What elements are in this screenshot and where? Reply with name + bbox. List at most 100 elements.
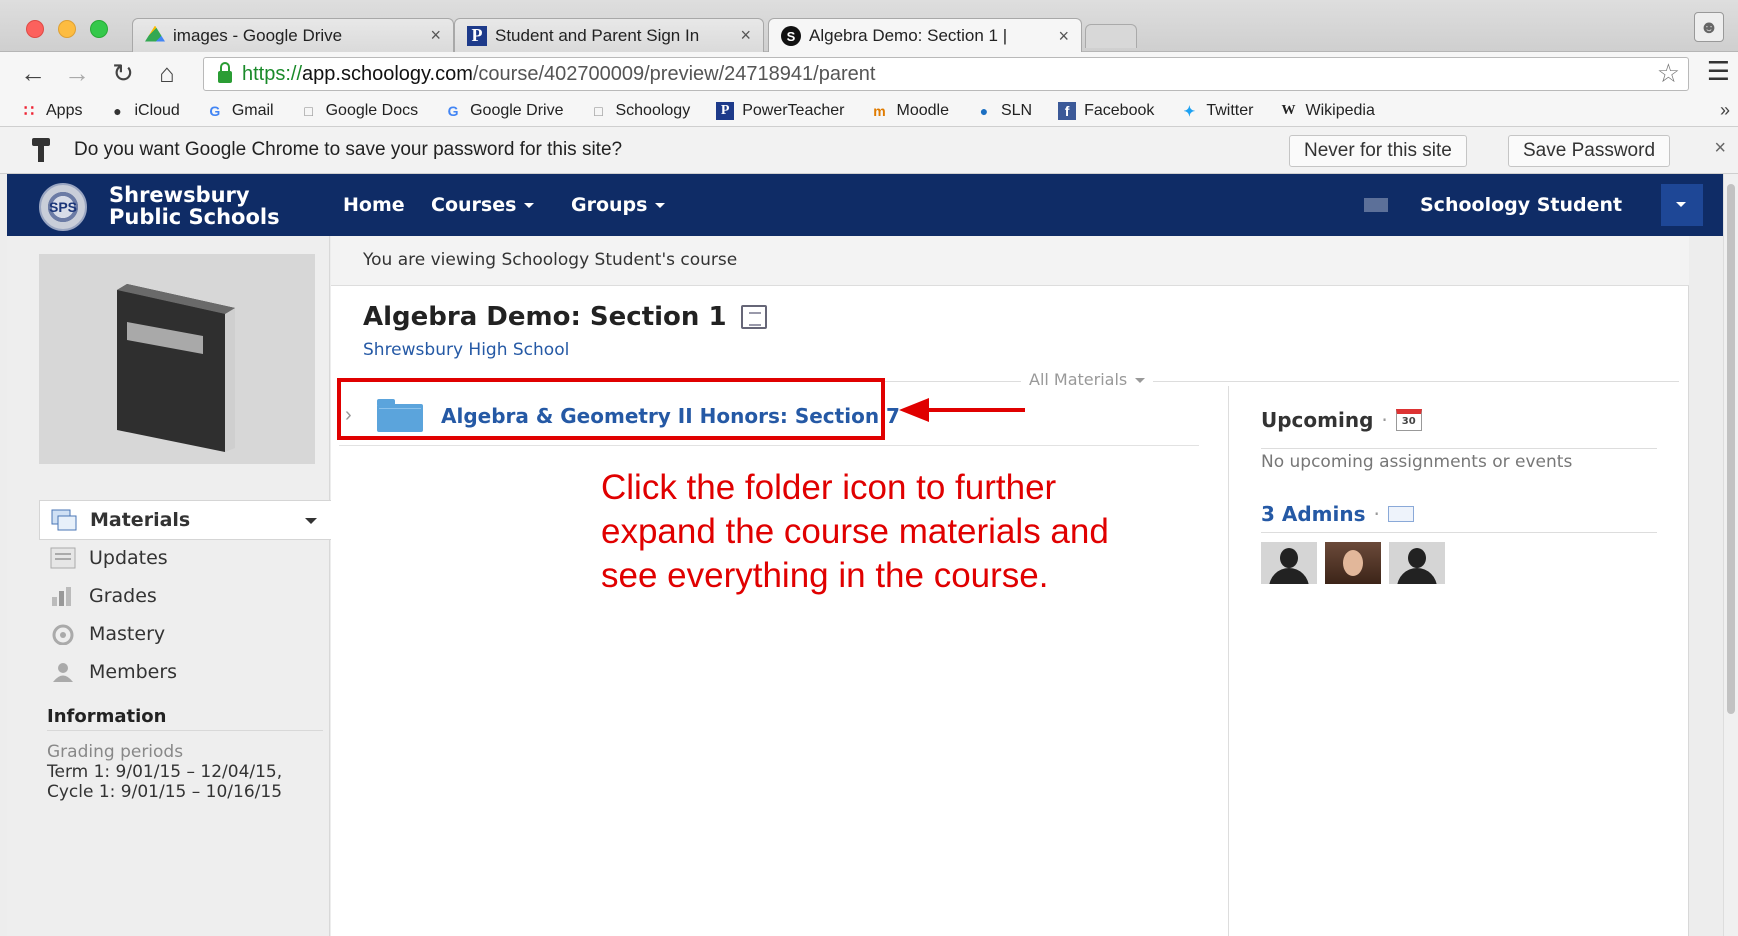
- grading-periods-value: Term 1: 9/01/15 – 12/04/15, Cycle 1: 9/0…: [47, 762, 283, 802]
- bookmark-label: Apps: [46, 102, 83, 119]
- sidebar-item-label: Updates: [89, 547, 168, 569]
- window-maximize-button[interactable]: [90, 20, 108, 38]
- list-item[interactable]: › Algebra & Geometry II Honors: Section …: [339, 386, 1199, 446]
- members-icon: [49, 660, 77, 684]
- page-icon: □: [304, 103, 313, 119]
- all-materials-filter[interactable]: All Materials: [1021, 370, 1154, 389]
- bookmark-apps[interactable]: ∷ Apps: [20, 102, 83, 120]
- top-navigation: SPS Shrewsbury Public Schools Home Cours…: [7, 174, 1723, 236]
- filter-label: All Materials: [1029, 370, 1128, 389]
- bookmark-moodle[interactable]: m Moodle: [870, 102, 949, 120]
- tab-algebra-demo[interactable]: S Algebra Demo: Section 1 | ×: [768, 18, 1082, 53]
- messages-icon[interactable]: [1364, 198, 1388, 212]
- divider: [879, 381, 1679, 382]
- bookmark-facebook[interactable]: f Facebook: [1058, 102, 1154, 120]
- no-upcoming-text: No upcoming assignments or events: [1261, 452, 1573, 472]
- avatar[interactable]: [1261, 542, 1317, 584]
- admins-heading: 3 Admins ·: [1261, 502, 1414, 526]
- new-tab-button[interactable]: [1085, 24, 1137, 48]
- sidebar-item-materials[interactable]: Materials: [39, 500, 333, 540]
- bookmark-twitter[interactable]: ✦ Twitter: [1180, 102, 1253, 120]
- course-title-text: Algebra Demo: Section 1: [363, 302, 727, 332]
- bookmark-label: iCloud: [134, 102, 180, 119]
- back-arrow-icon[interactable]: ←: [18, 58, 48, 88]
- avatar[interactable]: [1389, 542, 1445, 584]
- home-icon[interactable]: ⌂: [152, 58, 182, 88]
- sidebar-item-grades[interactable]: Grades: [39, 576, 333, 616]
- nav-courses[interactable]: Courses: [431, 194, 535, 216]
- sidebar-item-mastery[interactable]: Mastery: [39, 614, 333, 654]
- user-menu-name[interactable]: Schoology Student: [1420, 194, 1622, 216]
- chevron-down-icon[interactable]: [305, 518, 317, 524]
- bookmark-powerteacher[interactable]: P PowerTeacher: [716, 102, 844, 120]
- folder-link[interactable]: Algebra & Geometry II Honors: Section 7: [441, 404, 900, 428]
- school-name[interactable]: Shrewsbury Public Schools: [109, 184, 280, 228]
- tab-close-icon[interactable]: ×: [740, 25, 751, 46]
- bookmark-wikipedia[interactable]: W Wikipedia: [1279, 102, 1374, 120]
- url-scheme: https://: [242, 62, 303, 85]
- school-name-line2: Public Schools: [109, 205, 280, 229]
- nav-home[interactable]: Home: [343, 194, 405, 216]
- tab-google-drive[interactable]: images - Google Drive ×: [132, 18, 454, 52]
- reload-icon[interactable]: ↻: [108, 58, 138, 88]
- bookmark-icloud[interactable]: ● iCloud: [108, 102, 180, 120]
- sidebar-item-label: Mastery: [89, 623, 166, 645]
- chevron-down-icon: [1135, 378, 1146, 383]
- forward-arrow-icon[interactable]: →: [62, 58, 92, 88]
- notebook-icon[interactable]: [740, 305, 767, 329]
- tab-sign-in[interactable]: P Student and Parent Sign In ×: [454, 18, 764, 52]
- bookmark-google-drive[interactable]: G Google Drive: [444, 102, 564, 120]
- grading-periods-label: Grading periods: [47, 742, 184, 762]
- chevron-right-icon[interactable]: ›: [345, 404, 352, 427]
- bookmark-gmail[interactable]: G Gmail: [206, 102, 274, 120]
- folder-icon[interactable]: [377, 399, 423, 432]
- page-viewport: SPS Shrewsbury Public Schools Home Cours…: [0, 174, 1738, 936]
- tab-close-icon[interactable]: ×: [430, 25, 441, 46]
- sidebar-item-label: Materials: [90, 509, 191, 531]
- address-bar[interactable]: https://app.schoology.com/course/4027000…: [203, 57, 1689, 91]
- bookmark-label: PowerTeacher: [742, 102, 845, 119]
- drupal-icon: ●: [979, 103, 989, 119]
- sidebar-item-updates[interactable]: Updates: [39, 538, 333, 578]
- envelope-icon[interactable]: [1387, 506, 1414, 522]
- sidebar-item-members[interactable]: Members: [39, 652, 333, 692]
- bookmark-star-icon[interactable]: ☆: [1657, 58, 1680, 89]
- divider: [1228, 386, 1229, 936]
- never-for-this-site-button[interactable]: Never for this site: [1289, 135, 1467, 167]
- information-heading: Information: [47, 706, 167, 727]
- tab-close-icon[interactable]: ×: [1058, 26, 1069, 47]
- avatar[interactable]: [1325, 542, 1381, 584]
- apps-grid-icon: ∷: [23, 103, 35, 120]
- bookmark-label: Google Drive: [470, 102, 564, 119]
- updates-icon: [49, 546, 77, 570]
- bookmark-label: Gmail: [231, 102, 274, 119]
- nav-groups[interactable]: Groups: [571, 194, 666, 216]
- bookmark-schoology[interactable]: □ Schoology: [589, 102, 690, 120]
- mastery-icon: [49, 622, 77, 646]
- admins-link[interactable]: 3 Admins: [1261, 502, 1366, 526]
- bookmark-sln[interactable]: ● SLN: [975, 102, 1032, 120]
- infobar-close-icon[interactable]: ×: [1714, 137, 1726, 160]
- save-password-button[interactable]: Save Password: [1508, 135, 1671, 167]
- nav-groups-label: Groups: [571, 194, 648, 216]
- page-scrollbar[interactable]: [1723, 174, 1738, 936]
- infobar-message: Do you want Google Chrome to save your p…: [74, 139, 623, 160]
- chevron-down-icon: [655, 203, 666, 208]
- window-close-button[interactable]: [26, 20, 44, 38]
- profile-icon[interactable]: ☻: [1694, 12, 1724, 42]
- calendar-icon[interactable]: 30: [1395, 409, 1422, 431]
- school-logo[interactable]: SPS: [39, 183, 87, 231]
- google-drive-icon: [145, 25, 165, 42]
- user-dropdown-button[interactable]: [1661, 184, 1703, 226]
- bookmarks-bar: ∷ Apps ● iCloud G Gmail □ Google Docs G Googl…: [0, 96, 1738, 126]
- window-minimize-button[interactable]: [58, 20, 76, 38]
- bookmark-google-docs[interactable]: □ Google Docs: [300, 102, 418, 120]
- powerteacher-icon: P: [467, 25, 487, 46]
- chrome-menu-icon[interactable]: ☰: [1707, 56, 1730, 87]
- grades-icon: [49, 584, 77, 608]
- scrollbar-thumb[interactable]: [1727, 184, 1735, 714]
- bookmarks-overflow-icon[interactable]: »: [1720, 100, 1730, 121]
- school-link[interactable]: Shrewsbury High School: [363, 340, 569, 360]
- chevron-down-icon: [1676, 202, 1686, 207]
- tab-title: images - Google Drive: [173, 25, 343, 45]
